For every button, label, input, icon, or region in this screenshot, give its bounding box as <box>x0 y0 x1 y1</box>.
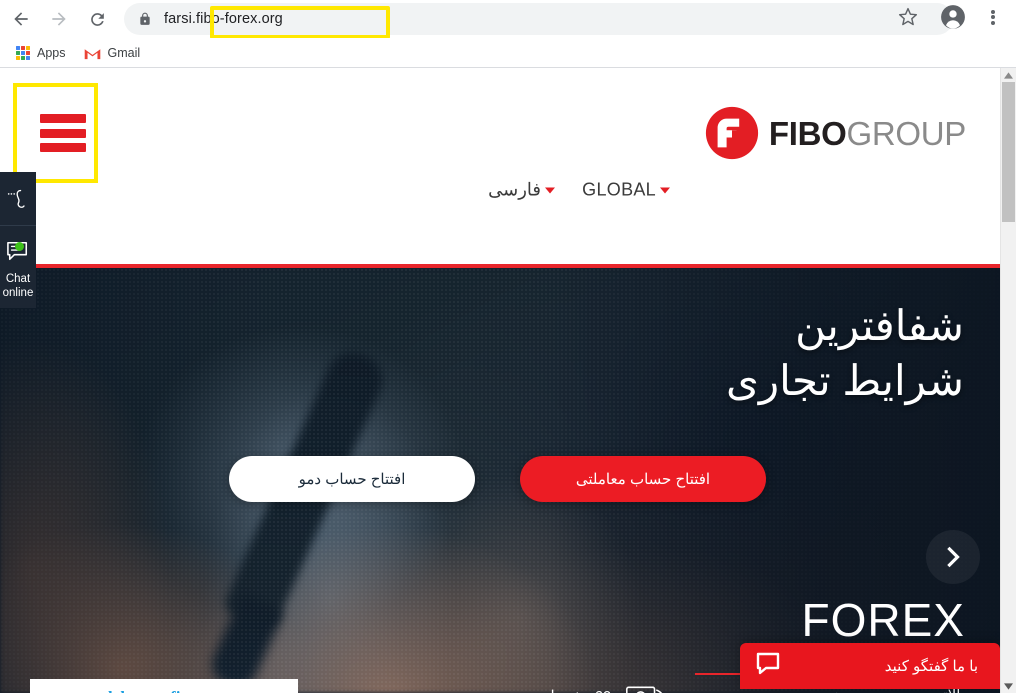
feature-currency-pairs: 60 جفت ارز <box>536 683 665 693</box>
language-switcher[interactable]: فارسی <box>488 180 555 201</box>
forward-button[interactable] <box>42 2 76 36</box>
chat-widget-label: با ما گفتگو کنید <box>884 658 978 675</box>
site-logo[interactable]: FIBOGROUP <box>705 106 966 160</box>
gmail-icon <box>84 48 100 59</box>
bookmark-apps-label: Apps <box>37 46 66 60</box>
open-demo-account-button[interactable]: افتتاح حساب دمو <box>229 456 475 502</box>
hero-title-line-1: شفافترین <box>795 302 964 349</box>
chevron-down-icon <box>545 187 555 193</box>
omnibox-container: farsi.fibo-forex.org <box>120 3 1008 39</box>
bookmark-star-icon <box>898 7 918 26</box>
hero-title: شفافترین شرایط تجاری <box>364 298 964 409</box>
chevron-down-icon <box>660 187 670 193</box>
logo-fibo: FIBO <box>768 114 847 152</box>
phone-call-icon <box>7 189 25 208</box>
hero-next-slide-button[interactable] <box>926 530 980 584</box>
site-logo-text: FIBOGROUP <box>769 117 966 150</box>
scrollbar-thumb[interactable] <box>1002 82 1015 222</box>
watermark-text: www.tradehouseofiran.com <box>42 688 240 693</box>
address-bar[interactable]: farsi.fibo-forex.org <box>124 3 953 35</box>
profile-button[interactable] <box>938 2 968 32</box>
reload-icon <box>90 12 104 26</box>
site-header: فارسی GLOBAL FIBOGROUP <box>0 68 1000 200</box>
scroll-up-arrow-icon <box>1004 71 1013 79</box>
reload-button[interactable] <box>80 2 114 36</box>
back-button[interactable] <box>4 2 38 36</box>
bookmarks-bar: Apps Gmail <box>0 38 1016 68</box>
forward-arrow-icon <box>52 12 66 26</box>
language-switcher-label: فارسی <box>488 179 541 200</box>
hero-product-label: FOREX <box>801 594 965 646</box>
hero-title-line-2: شرایط تجاری <box>725 357 964 405</box>
browser-toolbar: farsi.fibo-forex.org <box>0 0 1016 39</box>
fibo-logo-mark-icon <box>705 106 758 160</box>
chat-bubble-icon <box>756 652 780 674</box>
chat-widget-icon-wrap <box>756 652 782 681</box>
feature-currency-pairs-label: 60 جفت ارز <box>536 687 611 693</box>
chat-widget-bar[interactable]: با ما گفتگو کنید <box>740 643 1000 689</box>
chrome-menu-button[interactable] <box>978 2 1008 32</box>
region-switcher[interactable]: GLOBAL <box>582 180 670 201</box>
url-text: farsi.fibo-forex.org <box>164 11 283 27</box>
chat-online-line-2: online <box>2 287 34 299</box>
three-dot-menu-icon <box>991 8 995 26</box>
browser-chrome: farsi.fibo-forex.org Apps Gmail <box>0 0 1016 68</box>
chat-online-label: Chat online <box>3 272 34 301</box>
hero-banner: شفافترین شرایط تجاری افتتاح حساب دمو افت… <box>0 268 1000 693</box>
bookmark-gmail-label: Gmail <box>107 46 141 60</box>
logo-group: GROUP <box>846 114 966 152</box>
watermark-box: www.tradehouseofiran.com <box>30 679 298 693</box>
open-live-account-button[interactable]: افتتاح حساب معاملتی <box>520 456 766 502</box>
lock-icon <box>140 12 150 25</box>
page-viewport: فارسی GLOBAL FIBOGROUP شفافترین شرایط تج… <box>0 68 1016 693</box>
scrollbar-down-arrow[interactable] <box>1001 679 1016 693</box>
chevron-right-icon <box>947 546 960 568</box>
bookmark-button[interactable] <box>894 3 922 31</box>
chat-rail: Chat online <box>0 172 36 308</box>
profile-avatar-icon <box>941 5 965 29</box>
menu-bar-1 <box>40 114 86 123</box>
hero-cta-row: افتتاح حساب دمو افتتاح حساب معاملتی <box>0 456 1000 504</box>
chat-online-button[interactable]: Chat online <box>0 226 36 308</box>
chat-online-line-1: Chat <box>5 272 31 285</box>
region-switcher-label: GLOBAL <box>582 179 656 200</box>
page-scrollbar[interactable] <box>1000 68 1016 693</box>
scrollbar-up-arrow[interactable] <box>1001 68 1016 82</box>
menu-bar-2 <box>40 128 86 138</box>
menu-toggle-button[interactable] <box>40 114 86 152</box>
menu-bar-3 <box>40 143 86 152</box>
bookmark-gmail[interactable]: Gmail <box>76 41 149 65</box>
callback-button[interactable] <box>0 172 36 226</box>
online-status-dot <box>15 241 24 251</box>
back-arrow-icon <box>14 12 28 26</box>
apps-grid-icon <box>16 46 30 60</box>
bookmark-apps[interactable]: Apps <box>8 41 74 65</box>
scroll-down-arrow-icon <box>1004 682 1013 690</box>
banknote-icon <box>626 686 663 693</box>
